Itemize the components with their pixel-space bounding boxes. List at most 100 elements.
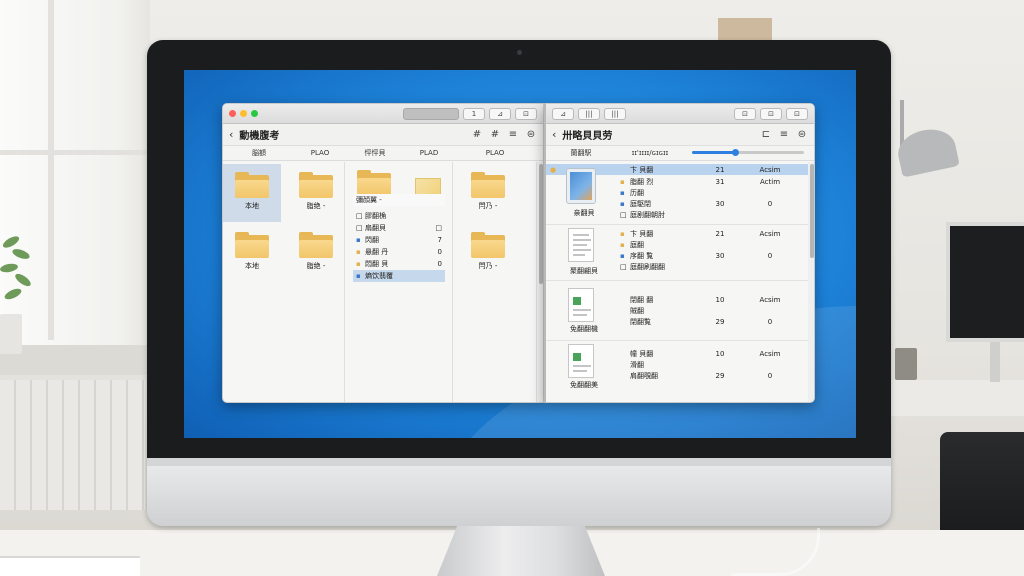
divider [546, 280, 808, 281]
menu-item[interactable]: ▪ 閃翻 7 [353, 234, 445, 246]
divider [546, 340, 808, 341]
pen-cup [895, 348, 917, 380]
menu-item[interactable]: ▪ 悬翻 丹0 [353, 246, 445, 258]
window-title: 卅略貝貝劳 [562, 131, 613, 142]
toolbar-button[interactable]: ||| [578, 107, 600, 120]
toolbar-button[interactable]: 1 [463, 107, 485, 120]
column-header-cell[interactable]: PLAD [405, 146, 453, 160]
office-chair [940, 432, 1024, 532]
spreadsheet-thumbnail[interactable] [564, 288, 600, 326]
share-button[interactable]: ⊿ [552, 107, 574, 120]
navbar: ‹ 卅略貝貝劳 ⊏ ≡ ⊜ [546, 124, 814, 146]
file-icon: □ [356, 224, 363, 232]
menu-item[interactable]: □ 膠翻桷 [353, 210, 445, 222]
background-monitor [946, 222, 1024, 342]
zoom-slider-knob[interactable] [731, 149, 739, 156]
close-button[interactable] [229, 110, 236, 117]
folder-icon: ▪ [620, 188, 625, 197]
column-pane: 彌顔翼 - □ 膠翻桷 □ 扇翻貝 □ ▪ 閃翻 7 ▪ 悬翻 丹0 ▪ 悶翻 貝0 ▪ 熵饮翡… [345, 162, 453, 402]
folder-label: 本地 [245, 262, 259, 270]
column-view-icon[interactable]: ⊏ [760, 129, 772, 140]
titlebar[interactable]: 1 ⊿ ⊡ [223, 104, 543, 124]
column-header-cell[interactable]: ɪɪ'ɪɪɪɪ/ɢɪɢɪɪ [616, 146, 684, 160]
list-view-icon[interactable]: ≡ [507, 129, 519, 140]
options-icon[interactable]: ⊜ [525, 129, 537, 140]
menu-item-selected[interactable]: ▪ 熵饮翡覆 [353, 270, 445, 282]
thumbnail-label: 亲翻貝 [573, 209, 595, 217]
toolbar-button[interactable]: ||| [604, 107, 626, 120]
file-icon: □ [356, 212, 363, 220]
column-header: 脳額 PLAO 怦怦貝 PLAD PLAO [223, 146, 543, 161]
options-icon[interactable]: ⊜ [796, 129, 808, 140]
file-list: ● 卞 貝翻 21 Acsim ▪ 脂翻 烈 31 Actim ▪ 历翻 ▪ 庭… [546, 149, 814, 402]
document-thumbnail[interactable] [564, 228, 600, 266]
column-header-cell[interactable]: PLAO [295, 146, 345, 160]
column-pane: 本地 脂绝 - 本地 脂绝 - [223, 162, 345, 402]
divider [546, 224, 808, 225]
folder-item[interactable]: 閂乃 - [459, 224, 517, 282]
folder-icon: ▪ [620, 177, 625, 186]
column-header-cell[interactable]: PLAO [453, 146, 537, 160]
grid-view-icon[interactable]: # [471, 129, 483, 140]
imac-stand [437, 526, 605, 576]
side-desk [890, 380, 1024, 416]
minimize-button[interactable] [240, 110, 247, 117]
column-header-cell[interactable]: 蘭翻駅 [546, 146, 616, 160]
folder-item[interactable]: 脂绝 - [287, 224, 345, 282]
folder-icon: ▪ [356, 236, 361, 244]
back-chevron-icon[interactable]: ‹ [552, 128, 556, 141]
column-pane: 閂乃 - 閂乃 - [453, 162, 537, 402]
share-button[interactable]: ⊿ [489, 107, 511, 120]
desktop-screen: 1 ⊿ ⊡ ‹ 動機腹考 # # ≡ ⊜ 脳額 PLAO 怦怦貝 PLAD PL… [184, 70, 856, 438]
zoom-slider[interactable] [692, 149, 804, 156]
back-chevron-icon[interactable]: ‹ [229, 128, 233, 141]
scrollbar[interactable] [808, 162, 814, 402]
toolbar-button[interactable]: ⊡ [786, 107, 808, 120]
plant [0, 230, 40, 354]
spreadsheet-thumbnail[interactable] [564, 344, 600, 382]
toolbar-button[interactable]: ⊡ [734, 107, 756, 120]
folder-item[interactable]: 閂乃 - [459, 164, 517, 222]
tablet-icon [566, 168, 596, 204]
window-title: 動機腹考 [239, 131, 280, 142]
file-icon: □ [620, 210, 627, 219]
folder-label: 脂绝 - [306, 202, 326, 210]
scrollbar-thumb[interactable] [810, 164, 814, 258]
scrollbar-thumb[interactable] [539, 164, 543, 284]
radiator [0, 380, 145, 510]
file-icon: □ [620, 262, 627, 271]
thumbnail-label: 免翻翻機 [570, 325, 598, 333]
view-segment[interactable] [403, 107, 459, 120]
menu-item[interactable]: ▪ 悶翻 貝0 [353, 258, 445, 270]
zoom-slider-fill [692, 151, 735, 154]
titlebar[interactable]: ⊿ ||| ||| ⊡ ⊡ ⊡ [546, 104, 814, 124]
context-menu-header: 彌顔翼 - [353, 194, 445, 206]
folder-label: 閂乃 - [478, 262, 498, 270]
column-view-icon[interactable]: # [489, 129, 501, 140]
thumbnail-label: 免翻翻美 [570, 381, 598, 389]
window-frame [48, 0, 54, 340]
action-button[interactable]: ⊡ [515, 107, 537, 120]
status-icon: ● [550, 165, 557, 174]
scrollbar[interactable] [537, 162, 543, 402]
column-header-cell[interactable]: 怦怦貝 [345, 146, 405, 160]
folder-icon: ▪ [356, 248, 361, 256]
folder-item[interactable]: 本地 [223, 224, 281, 282]
folder-icon: ▪ [356, 260, 361, 268]
apple-logo-icon [506, 476, 534, 506]
list-view-icon[interactable]: ≡ [778, 129, 790, 140]
folder-item[interactable]: 本地 [223, 164, 281, 222]
navbar: ‹ 動機腹考 # # ≡ ⊜ [223, 124, 543, 146]
toolbar-button[interactable]: ⊡ [760, 107, 782, 120]
window-sill [0, 345, 150, 375]
folder-icon: ▪ [620, 229, 625, 238]
folder-icon[interactable] [357, 170, 391, 196]
finder-window-left: 1 ⊿ ⊡ ‹ 動機腹考 # # ≡ ⊜ 脳額 PLAO 怦怦貝 PLAD PL… [222, 103, 544, 403]
folder-icon [299, 232, 333, 258]
zoom-button[interactable] [251, 110, 258, 117]
folder-icon: ▪ [620, 251, 625, 260]
tablet-thumbnail[interactable] [564, 168, 600, 206]
folder-item[interactable]: 脂绝 - [287, 164, 345, 222]
menu-item[interactable]: □ 扇翻貝 □ [353, 222, 445, 234]
column-header-cell[interactable]: 脳額 [223, 146, 295, 160]
